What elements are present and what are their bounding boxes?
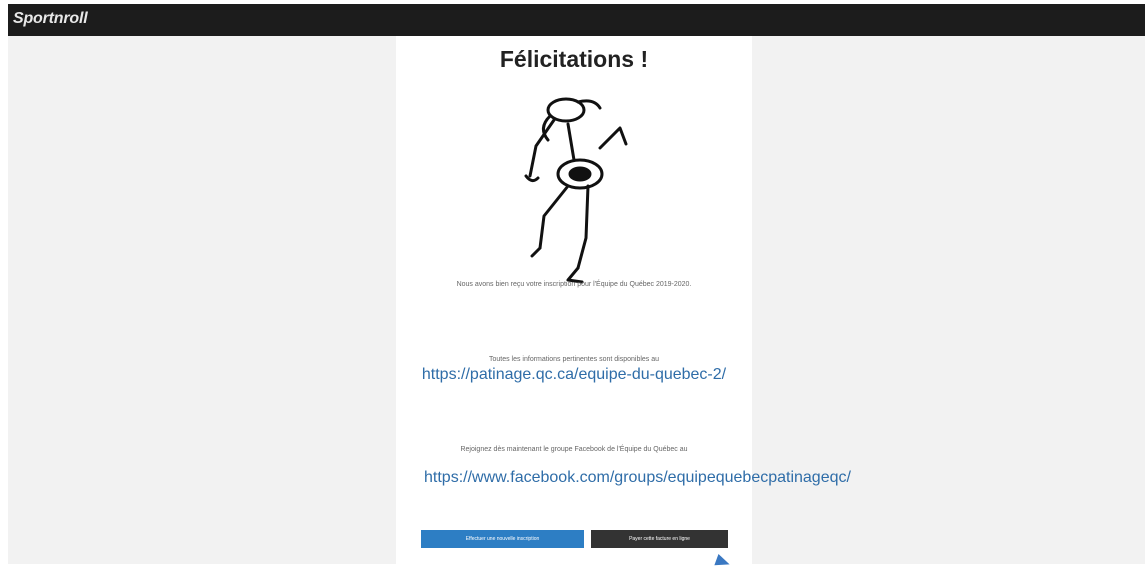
info-block: Toutes les informations pertinentes sont… bbox=[416, 354, 732, 383]
skater-mascot-illustration bbox=[524, 97, 628, 284]
facebook-group-link[interactable]: https://www.facebook.com/groups/equipequ… bbox=[424, 468, 851, 488]
info-text: Toutes les informations pertinentes sont… bbox=[488, 356, 660, 363]
info-link[interactable]: https://patinage.qc.ca/equipe-du-quebec-… bbox=[416, 367, 732, 383]
new-registration-button[interactable]: Effectuer une nouvelle inscription bbox=[421, 530, 584, 548]
brand-logo[interactable]: Sportnroll bbox=[13, 10, 88, 28]
pay-invoice-button[interactable]: Payer cette facture en ligne bbox=[591, 530, 728, 548]
facebook-text: Rejoignez dès maintenant le groupe Faceb… bbox=[460, 446, 688, 453]
confirmation-text: Nous avons bien reçu votre inscription p… bbox=[456, 281, 692, 288]
top-bar: Sportnroll bbox=[8, 4, 1145, 36]
page-title: Félicitations ! bbox=[499, 46, 649, 72]
